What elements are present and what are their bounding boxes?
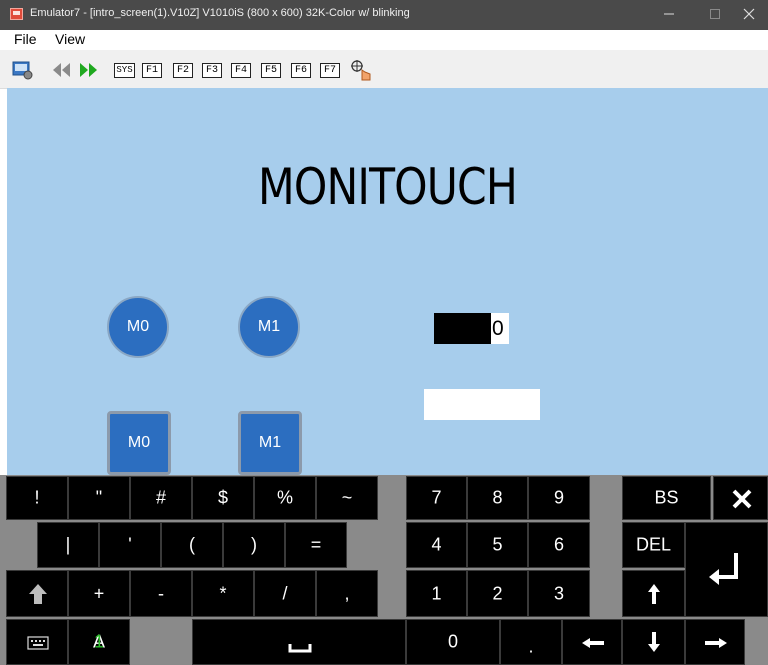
menu-bar: File View (0, 30, 768, 50)
key-space[interactable] (192, 619, 406, 665)
arrow-right-icon (705, 638, 727, 648)
key-asterisk[interactable]: * (192, 570, 254, 617)
key-0[interactable]: 0 (406, 619, 500, 665)
numeric-display-background (434, 313, 492, 344)
sys-button[interactable]: SYS (114, 63, 135, 78)
f6-button[interactable]: F6 (291, 63, 311, 78)
space-icon (288, 644, 312, 653)
f4-button[interactable]: F4 (231, 63, 251, 78)
f5-button[interactable]: F5 (261, 63, 281, 78)
m1-circle-button[interactable]: M1 (238, 296, 300, 358)
key-close-paren[interactable]: ) (223, 522, 285, 568)
key-shift[interactable] (6, 570, 68, 617)
arrow-down-icon (648, 632, 660, 652)
f1-button[interactable]: F1 (142, 63, 162, 78)
key-tilde[interactable]: ~ (316, 476, 378, 520)
input-mode-index: 1 (93, 631, 104, 652)
toolbar: SYS F1 F2 F3 F4 F5 F6 F7 (0, 50, 768, 89)
key-9[interactable]: 9 (528, 476, 590, 520)
key-delete[interactable]: DEL (622, 522, 685, 568)
key-arrow-down[interactable] (622, 619, 685, 665)
screenshot-icon[interactable] (12, 60, 34, 80)
key-dollar[interactable]: $ (192, 476, 254, 520)
arrow-left-icon (582, 638, 604, 648)
touch-cursor-icon[interactable] (350, 60, 374, 82)
emulator-screen: MONITOUCH M0 M1 0 M0 M1 (7, 88, 768, 475)
key-6[interactable]: 6 (528, 522, 590, 568)
window-title: Emulator7 - [intro_screen(1).V10Z] V1010… (30, 7, 410, 19)
key-minus[interactable]: - (130, 570, 192, 617)
key-keyboard-layout[interactable] (6, 619, 68, 665)
text-input-field[interactable] (424, 389, 540, 420)
key-arrow-up[interactable] (622, 570, 685, 617)
shift-arrow-icon (29, 584, 47, 604)
numeric-display-value: 0 (491, 313, 509, 344)
key-arrow-right[interactable] (685, 619, 745, 665)
rewind-icon[interactable] (51, 62, 73, 78)
key-1[interactable]: 1 (406, 570, 467, 617)
enter-icon (709, 553, 738, 585)
key-equals[interactable]: = (285, 522, 347, 568)
on-screen-keyboard: ! " # $ % ~ 7 8 9 BS | ' ( ) = 4 5 6 DEL… (0, 475, 768, 665)
key-7[interactable]: 7 (406, 476, 467, 520)
play-icon[interactable] (78, 62, 100, 78)
m0-square-button[interactable]: M0 (107, 411, 171, 475)
brand-title: MONITOUCH (258, 158, 518, 216)
f2-button[interactable]: F2 (173, 63, 193, 78)
key-3[interactable]: 3 (528, 570, 590, 617)
key-apostrophe[interactable]: ' (99, 522, 161, 568)
key-arrow-left[interactable] (562, 619, 622, 665)
arrow-up-icon (648, 584, 660, 604)
key-2[interactable]: 2 (467, 570, 528, 617)
m0-circle-button[interactable]: M0 (107, 296, 169, 358)
key-backspace[interactable]: BS (622, 476, 711, 520)
key-hash[interactable]: # (130, 476, 192, 520)
minimize-icon (664, 13, 674, 15)
minimize-button[interactable] (646, 0, 692, 30)
key-dot[interactable]: . (500, 619, 562, 665)
key-plus[interactable]: + (68, 570, 130, 617)
close-icon (743, 8, 755, 20)
key-comma[interactable]: , (316, 570, 378, 617)
keyboard-icon (27, 636, 49, 650)
f3-button[interactable]: F3 (202, 63, 222, 78)
key-4[interactable]: 4 (406, 522, 467, 568)
key-pipe[interactable]: | (37, 522, 99, 568)
keyboard-close-button[interactable] (713, 476, 768, 520)
menu-file[interactable]: File (14, 31, 37, 47)
maximize-icon (710, 9, 720, 19)
key-open-paren[interactable]: ( (161, 522, 223, 568)
f7-button[interactable]: F7 (320, 63, 340, 78)
m1-square-button[interactable]: M1 (238, 411, 302, 475)
key-input-mode[interactable]: A1 (68, 619, 130, 665)
close-button[interactable] (730, 0, 768, 30)
key-enter[interactable] (685, 522, 768, 617)
key-5[interactable]: 5 (467, 522, 528, 568)
app-icon (10, 8, 23, 20)
key-8[interactable]: 8 (467, 476, 528, 520)
title-bar: Emulator7 - [intro_screen(1).V10Z] V1010… (0, 0, 768, 30)
key-exclamation[interactable]: ! (6, 476, 68, 520)
menu-view[interactable]: View (55, 31, 85, 47)
key-slash[interactable]: / (254, 570, 316, 617)
key-percent[interactable]: % (254, 476, 316, 520)
close-icon (732, 489, 752, 509)
key-double-quote[interactable]: " (68, 476, 130, 520)
